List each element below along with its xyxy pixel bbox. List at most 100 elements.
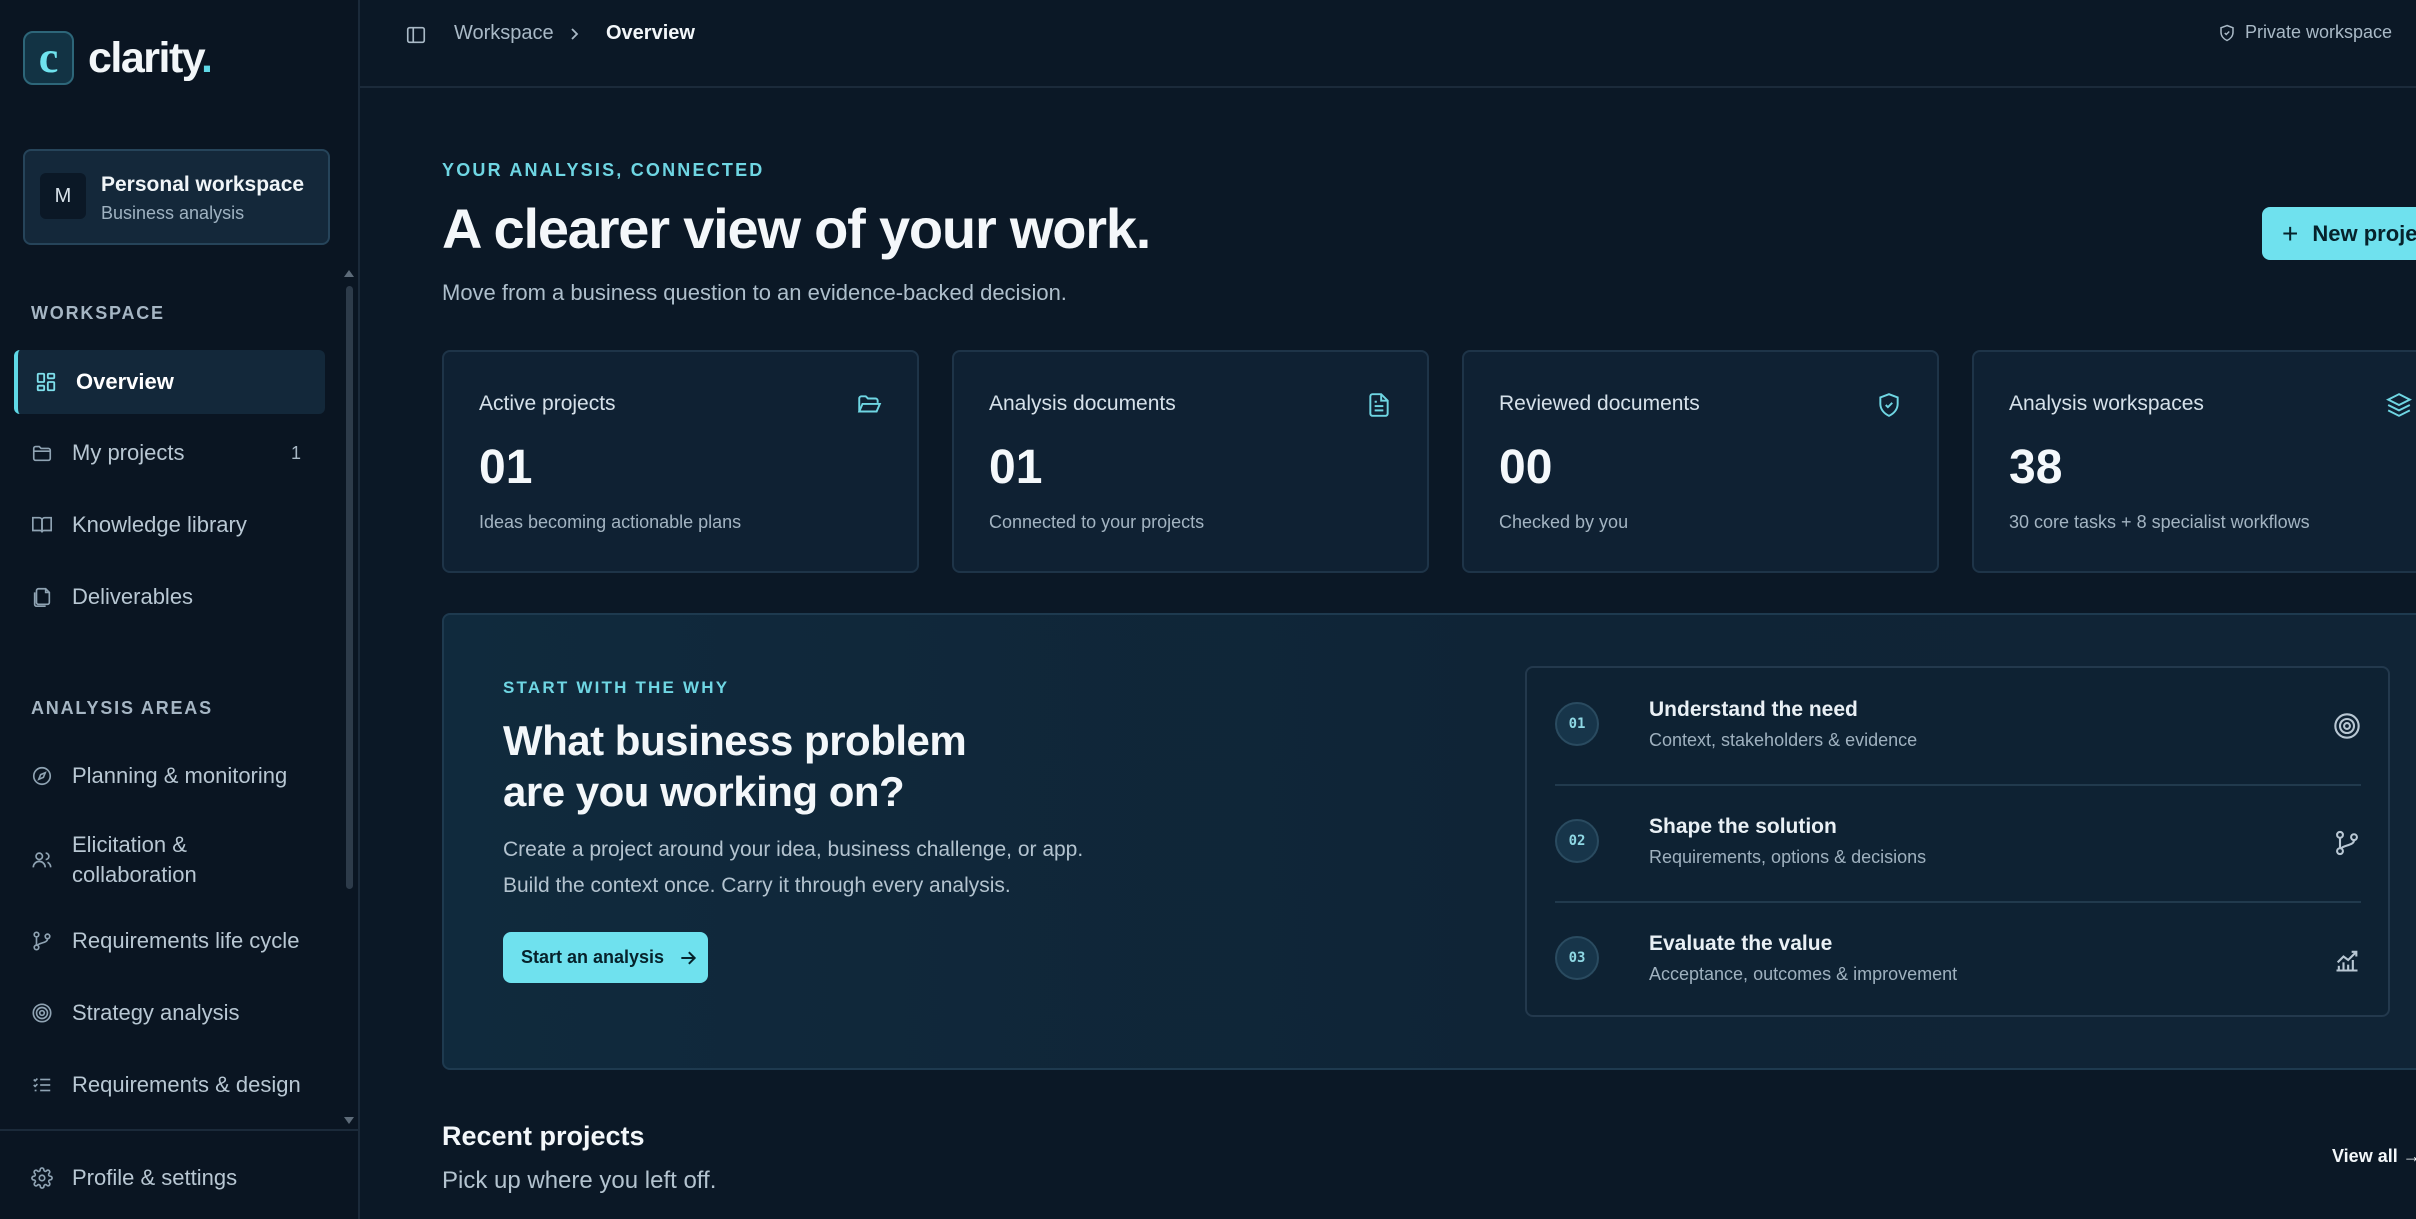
sidebar-item-label: Knowledge library — [72, 512, 247, 537]
sidebar-divider — [0, 1129, 358, 1131]
stat-caption: Checked by you — [1499, 512, 1629, 532]
sidebar-item-label: Deliverables — [72, 584, 194, 609]
files-icon — [33, 587, 51, 607]
scroll-up-arrow[interactable] — [344, 270, 354, 277]
sidebar-item-label: Planning & monitoring — [72, 763, 288, 788]
stat-card-analysis-documents[interactable]: Analysis documents 01 Connected to your … — [952, 350, 1429, 573]
step-number: 01 — [1555, 702, 1599, 746]
sidebar-item-my-projects[interactable]: My projects 1 — [14, 421, 325, 485]
compass-icon — [32, 766, 52, 786]
hero-text-line2: Build the context once. Carry it through… — [503, 874, 1011, 897]
start-analysis-button[interactable]: Start an analysis — [503, 932, 708, 983]
users-icon — [32, 852, 52, 868]
brand-dot: . — [201, 33, 213, 82]
new-project-button[interactable]: + New project — [2262, 207, 2416, 260]
sidebar-item-label: Strategy analysis — [72, 1000, 240, 1025]
breadcrumb-workspace[interactable]: Workspace — [454, 22, 554, 45]
sidebar-item-deliverables[interactable]: Deliverables — [14, 565, 325, 629]
sidebar-item-strategy-analysis[interactable]: Strategy analysis — [14, 981, 325, 1045]
step-shape-solution[interactable]: 02 Shape the solution Requirements, opti… — [1555, 785, 2361, 901]
folder-icon — [32, 445, 52, 462]
hero-text-line1: Create a project around your idea, busin… — [503, 838, 1084, 861]
scroll-down-arrow[interactable] — [344, 1117, 354, 1124]
sidebar-item-elicitation-collaboration[interactable]: Elicitation & collaboration — [14, 828, 325, 892]
sidebar-item-label-line1: Elicitation & — [72, 832, 187, 857]
stat-card-reviewed-documents[interactable]: Reviewed documents 00 Checked by you — [1462, 350, 1939, 573]
hero-title-line1: What business problem — [503, 717, 967, 764]
document-icon — [1369, 393, 1389, 417]
hero-title-line2: are you working on? — [503, 768, 905, 815]
stat-card-analysis-workspaces[interactable]: Analysis workspaces 38 30 core tasks + 8… — [1972, 350, 2416, 573]
step-evaluate-value[interactable]: 03 Evaluate the value Acceptance, outcom… — [1555, 902, 2361, 1018]
project-count-badge: 1 — [290, 442, 301, 463]
sidebar-item-requirements-life-cycle[interactable]: Requirements life cycle — [14, 909, 325, 973]
stat-value: 01 — [479, 441, 533, 494]
stat-value: 00 — [1499, 441, 1553, 494]
sidebar-item-knowledge-library[interactable]: Knowledge library — [14, 493, 325, 557]
breadcrumb-current: Overview — [606, 22, 695, 44]
sidebar-item-label: Overview — [76, 369, 174, 394]
chevron-right-icon — [571, 28, 579, 40]
stat-label: Reviewed documents — [1499, 392, 1700, 415]
sidebar-item-overview[interactable]: Overview — [14, 350, 325, 414]
step-understand-need[interactable]: 01 Understand the need Context, stakehol… — [1555, 668, 2361, 784]
step-number: 02 — [1555, 819, 1599, 863]
recent-projects-subtitle: Pick up where you left off. — [442, 1167, 717, 1194]
list-checks-icon — [33, 1077, 51, 1092]
plus-icon: + — [2282, 217, 2299, 249]
top-bar: Workspace Overview Private workspace — [360, 0, 2416, 88]
gear-icon — [31, 1167, 53, 1189]
chart-trend-icon — [2336, 950, 2358, 972]
sidebar-scrollbar[interactable] — [346, 286, 353, 889]
target-icon — [32, 1003, 52, 1023]
step-title: Evaluate the value — [1649, 932, 1833, 955]
step-title: Shape the solution — [1649, 815, 1837, 838]
book-icon — [32, 516, 52, 533]
view-all-label: View all — [2332, 1146, 2398, 1166]
analysis-areas-heading: ANALYSIS AREAS — [31, 698, 213, 718]
stat-card-active-projects[interactable]: Active projects 01 Ideas becoming action… — [442, 350, 919, 573]
workspace-subtitle: Business analysis — [101, 203, 245, 223]
step-title: Understand the need — [1649, 698, 1858, 721]
recent-projects-title: Recent projects — [442, 1121, 645, 1151]
folder-open-icon — [857, 395, 882, 413]
stat-value: 01 — [989, 441, 1043, 494]
stat-caption: Connected to your projects — [989, 512, 1205, 532]
hero-eyebrow: START WITH THE WHY — [503, 678, 730, 697]
sidebar-item-label: Requirements & design — [72, 1072, 301, 1097]
sidebar-toggle-icon[interactable] — [405, 24, 427, 46]
sidebar-item-label: Requirements life cycle — [72, 928, 300, 953]
sidebar-item-profile-settings[interactable]: Profile & settings — [14, 1146, 325, 1210]
step-subtitle: Requirements, options & decisions — [1649, 847, 1927, 867]
shield-check-icon — [1879, 393, 1899, 417]
hero-title: What business problem are you working on… — [503, 715, 967, 817]
brand-name-text: clarity — [88, 33, 203, 82]
brand-logo[interactable]: c clarity. — [23, 31, 213, 85]
step-subtitle: Context, stakeholders & evidence — [1649, 730, 1918, 750]
workspace-switcher[interactable]: M Personal workspace Business analysis — [23, 149, 330, 245]
stat-caption: 30 core tasks + 8 specialist workflows — [2009, 512, 2310, 532]
stat-value: 38 — [2009, 441, 2063, 494]
git-branch-icon — [33, 931, 51, 951]
page-title: A clearer view of your work. — [442, 197, 1151, 260]
workspace-name: Personal workspace — [101, 173, 305, 196]
layers-icon — [2386, 393, 2412, 417]
sidebar-item-requirements-design[interactable]: Requirements & design — [14, 1053, 325, 1117]
sidebar-item-planning-monitoring[interactable]: Planning & monitoring — [14, 744, 325, 808]
git-branch-icon — [2336, 830, 2358, 856]
view-all-link[interactable]: View all → — [2332, 1146, 2416, 1167]
step-number: 03 — [1555, 936, 1599, 980]
workspace-section-heading: WORKSPACE — [31, 303, 165, 323]
analysis-steps-card: 01 Understand the need Context, stakehol… — [1525, 666, 2390, 1017]
sidebar-item-label: Profile & settings — [72, 1165, 238, 1190]
arrow-right-icon — [681, 950, 697, 965]
target-icon — [2334, 713, 2360, 739]
shield-check-icon — [2220, 24, 2234, 41]
stat-label: Analysis workspaces — [2009, 392, 2204, 415]
sidebar-item-label-line2: collaboration — [72, 862, 197, 887]
page-subtitle: Move from a business question to an evid… — [442, 280, 1067, 305]
start-analysis-label: Start an analysis — [521, 947, 665, 967]
step-subtitle: Acceptance, outcomes & improvement — [1649, 964, 1958, 984]
stat-label: Analysis documents — [989, 392, 1176, 415]
privacy-indicator: Private workspace — [2218, 22, 2392, 43]
